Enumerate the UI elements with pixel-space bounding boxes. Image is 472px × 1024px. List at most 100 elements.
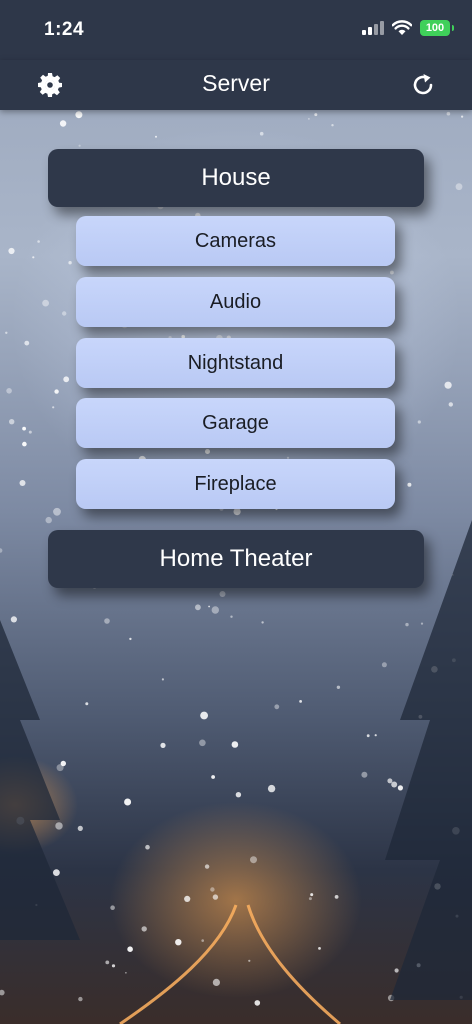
snowflake [52, 406, 55, 409]
audio-button[interactable]: Audio [76, 277, 395, 327]
snowflake [105, 960, 110, 965]
status-time: 1:24 [44, 19, 85, 40]
snowflake [141, 926, 147, 932]
snowflake [390, 270, 394, 275]
snowflake [274, 704, 280, 710]
status-bar: 1:24 100 [0, 0, 472, 60]
snowflake [5, 331, 8, 334]
snowflake [205, 449, 210, 454]
battery-indicator: 100 [420, 20, 454, 36]
page-title: Server [202, 70, 270, 96]
snowflake [54, 389, 59, 394]
snowflake [250, 856, 257, 864]
nightstand-button[interactable]: Nightstand [76, 338, 395, 388]
snowflake [110, 905, 115, 910]
snowflake [314, 113, 318, 117]
snowflake [22, 426, 26, 431]
snowflake [211, 775, 216, 779]
snowflake [53, 869, 60, 876]
snowflake [446, 111, 451, 116]
snowflake [111, 964, 116, 968]
snowflake [261, 621, 264, 624]
snowflake [145, 844, 150, 850]
snowflake [24, 340, 30, 346]
snowflake [22, 441, 27, 447]
snowflake [248, 959, 251, 962]
snowflake [59, 120, 67, 127]
snowflake [391, 781, 398, 788]
snowflake [32, 256, 35, 259]
snowflake [200, 711, 209, 720]
snowflake [308, 897, 312, 901]
snowflake [160, 742, 166, 749]
snowflake [61, 311, 67, 316]
snowflake [405, 622, 409, 627]
snowflake [420, 622, 424, 625]
battery-level: 100 [425, 22, 445, 34]
road-glow [119, 904, 341, 1024]
snowflake [366, 734, 370, 738]
cameras-button[interactable]: Cameras [76, 216, 395, 266]
snowflake [28, 430, 32, 434]
snowflake [230, 615, 233, 618]
snowflake [10, 616, 17, 623]
snowflake [444, 381, 452, 389]
snowflake [417, 420, 421, 424]
snowflake [155, 135, 157, 138]
snowflake [208, 605, 211, 608]
snowflake [53, 507, 61, 516]
snowflake [361, 771, 368, 778]
snowflake [19, 480, 26, 486]
snowflake [318, 947, 321, 950]
fireplace-button[interactable]: Fireplace [76, 459, 395, 509]
snowflake [184, 895, 191, 903]
snowflake [8, 247, 15, 255]
snowflake [407, 482, 412, 487]
snowflake [211, 606, 219, 614]
snowflake [78, 144, 81, 147]
snowflake [374, 734, 377, 737]
snowflake [231, 741, 239, 748]
snowflake [387, 778, 393, 784]
snowflake [212, 978, 220, 987]
snowflake [9, 419, 15, 425]
snowflake [201, 939, 204, 942]
snowflake [299, 700, 302, 703]
snowflake [0, 548, 3, 553]
home-theater-group-button[interactable]: Home Theater [48, 530, 424, 588]
snowflake [308, 118, 310, 120]
garage-button[interactable]: Garage [76, 398, 395, 448]
snowflake [233, 508, 241, 516]
snowflake [6, 388, 12, 394]
snowflake [124, 798, 132, 806]
snowflake [212, 894, 219, 900]
cellular-signal-icon [362, 21, 384, 35]
wifi-icon [392, 20, 412, 35]
snowflake [55, 822, 63, 830]
snowflake [219, 591, 226, 597]
snowflake [127, 946, 133, 952]
snowflake [68, 261, 72, 265]
snowflake [210, 887, 215, 892]
snowflake [161, 678, 164, 681]
refresh-icon[interactable] [410, 72, 436, 98]
snowflake [259, 131, 264, 136]
snowflake [267, 784, 276, 793]
snowflake [254, 1000, 261, 1006]
snowflake [129, 637, 132, 641]
snowflake [199, 739, 206, 747]
snowflake [334, 895, 339, 899]
snowflake [104, 618, 110, 624]
snowflake [310, 893, 314, 897]
house-group-button[interactable]: House [48, 149, 424, 207]
snowflake [45, 516, 52, 524]
snowflake [336, 685, 341, 689]
snowflake [175, 939, 182, 946]
snowflake [455, 183, 463, 191]
snowflake [381, 662, 387, 668]
snowflake [195, 604, 201, 611]
snowflake [63, 376, 70, 383]
navigation-bar: Server [0, 60, 472, 110]
snowflake [42, 299, 49, 307]
snowflake [204, 864, 210, 869]
